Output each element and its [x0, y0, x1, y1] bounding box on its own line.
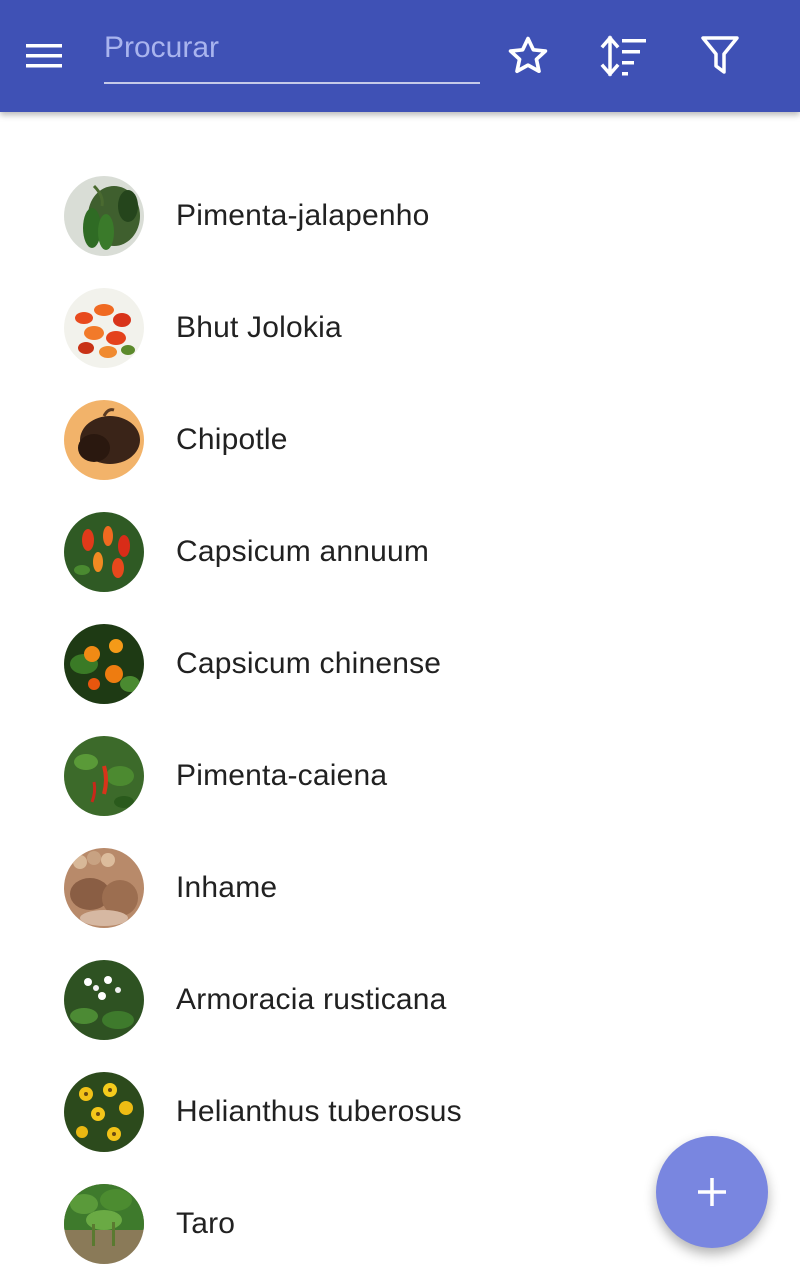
item-name: Taro	[176, 1207, 236, 1240]
list-item[interactable]: Inhame	[0, 832, 800, 944]
list-item[interactable]: Pimenta-caiena	[0, 720, 800, 832]
menu-icon	[26, 44, 62, 68]
list-item[interactable]: Armoracia rusticana	[0, 944, 800, 1056]
item-name: Inhame	[176, 871, 278, 904]
sort-button[interactable]	[596, 28, 652, 84]
sort-icon	[600, 35, 646, 77]
item-thumbnail	[64, 848, 144, 928]
list-item[interactable]: Capsicum chinense	[0, 608, 800, 720]
search-field	[104, 24, 480, 84]
item-thumbnail	[64, 960, 144, 1040]
item-name: Bhut Jolokia	[176, 311, 342, 344]
item-name: Capsicum annuum	[176, 535, 430, 568]
list-item[interactable]: Bhut Jolokia	[0, 272, 800, 384]
item-thumbnail	[64, 288, 144, 368]
item-thumbnail	[64, 512, 144, 592]
item-name: Helianthus tuberosus	[176, 1095, 462, 1128]
item-name: Armoracia rusticana	[176, 983, 447, 1016]
item-thumbnail	[64, 624, 144, 704]
plus-icon	[698, 1178, 726, 1206]
item-thumbnail	[64, 176, 144, 256]
filter-icon	[701, 36, 739, 74]
app-screen: Pimenta-jalapenho Bhut Jolokia	[0, 0, 800, 1280]
item-thumbnail	[64, 1184, 144, 1264]
item-name: Pimenta-caiena	[176, 759, 388, 792]
item-thumbnail	[64, 736, 144, 816]
list-item[interactable]: Chipotle	[0, 384, 800, 496]
filter-button[interactable]	[692, 28, 748, 84]
list-item[interactable]: Capsicum annuum	[0, 496, 800, 608]
add-button[interactable]	[656, 1136, 768, 1248]
vegetable-list: Pimenta-jalapenho Bhut Jolokia Chipotle …	[0, 160, 800, 1280]
favorites-button[interactable]	[500, 28, 556, 84]
star-outline-icon	[508, 36, 548, 74]
item-name: Chipotle	[176, 423, 288, 456]
list-item[interactable]: Pimenta-jalapenho	[0, 160, 800, 272]
search-input[interactable]	[104, 24, 480, 72]
menu-button[interactable]	[24, 28, 88, 84]
item-thumbnail	[64, 400, 144, 480]
app-toolbar	[0, 0, 800, 112]
item-name: Pimenta-jalapenho	[176, 199, 430, 232]
item-thumbnail	[64, 1072, 144, 1152]
item-name: Capsicum chinense	[176, 647, 442, 680]
